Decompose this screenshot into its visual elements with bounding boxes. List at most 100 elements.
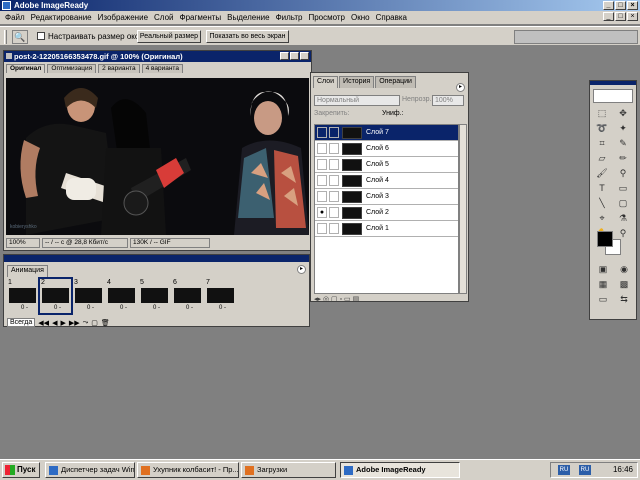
panel-menu-icon[interactable]: ▸ (456, 83, 465, 92)
line-icon[interactable]: ╲ (594, 197, 610, 210)
tab-layers[interactable]: Слои (313, 76, 339, 88)
tab-original[interactable]: Оригинал (6, 64, 46, 73)
screen-mode-icon[interactable]: ▭ (595, 293, 611, 306)
minimize-button[interactable]: _ (603, 1, 614, 10)
rectangle-icon[interactable]: ▭ (615, 182, 631, 195)
pencil-icon[interactable]: ✏ (615, 152, 631, 165)
tab-2-up[interactable]: 2 варианта (98, 64, 140, 73)
visibility-toggle[interactable] (317, 223, 327, 234)
file-size[interactable]: 130K / -- GIF (130, 238, 210, 248)
zoom-level[interactable]: 100% (6, 238, 40, 248)
task-imageready[interactable]: Adobe ImageReady (340, 462, 460, 478)
frame-delay[interactable]: 0 - (87, 305, 94, 311)
brush-tool-icon[interactable]: 🖌 (594, 167, 610, 180)
frame-delay[interactable]: 0 - (120, 305, 127, 311)
link-box[interactable] (329, 191, 339, 202)
layer-row[interactable]: Слой 4 (315, 173, 458, 189)
doc-restore-button[interactable]: □ (615, 12, 626, 21)
visibility-toggle[interactable] (317, 143, 327, 154)
layer-row[interactable]: Слой 5 (315, 157, 458, 173)
animation-frame[interactable]: 2 0 - (38, 277, 73, 315)
doc-win-maximize[interactable] (290, 52, 299, 60)
lasso-icon[interactable]: ➰ (594, 122, 610, 135)
fit-screen-button[interactable]: Показать во весь экран (206, 30, 289, 43)
play-icon[interactable]: ▶ (60, 319, 65, 327)
tab-4-up[interactable]: 4 варианта (141, 64, 183, 73)
visibility-toggle[interactable] (317, 191, 327, 202)
shape-icon[interactable]: ▢ (615, 197, 631, 210)
frame-delay[interactable]: 0 - (21, 305, 28, 311)
menu-help[interactable]: Справка (373, 13, 410, 22)
maximize-button[interactable]: □ (615, 1, 626, 10)
animation-frame[interactable]: 5 0 - (139, 279, 170, 313)
language-icon[interactable]: RU (579, 465, 591, 475)
tab-optimized[interactable]: Оптимизация (47, 64, 97, 73)
link-box[interactable] (329, 159, 339, 170)
visibility-toggle[interactable] (317, 127, 327, 138)
new-frame-icon[interactable]: ▢ (91, 319, 98, 327)
resize-windows-checkbox[interactable] (37, 32, 45, 40)
marquee-icon[interactable]: ⬚ (594, 107, 610, 120)
doc-minimize-button[interactable]: _ (603, 12, 614, 21)
frame-delay[interactable]: 0 - (153, 305, 160, 311)
tab-history[interactable]: История (339, 76, 375, 88)
slice-visibility-icon[interactable]: ▦ (595, 278, 611, 291)
animation-frame[interactable]: 6 0 - (172, 279, 203, 313)
frame-delay[interactable]: 0 - (219, 305, 226, 311)
animation-frame[interactable]: 1 0 - (7, 279, 38, 313)
tab-actions[interactable]: Операции (375, 76, 416, 88)
jump-to-photoshop-icon[interactable]: ⇆ (616, 293, 632, 306)
doc-close-button[interactable]: × (627, 12, 638, 21)
tween-icon[interactable]: ⤳ (83, 319, 89, 327)
menu-view[interactable]: Просмотр (305, 13, 348, 22)
eyedropper-icon[interactable]: ⚗ (615, 212, 631, 225)
tab-animation[interactable]: Анимация (7, 265, 48, 277)
close-button[interactable]: × (627, 1, 638, 10)
blend-mode-select[interactable]: Нормальный (314, 95, 400, 106)
magic-wand-icon[interactable]: ✦ (615, 122, 631, 135)
doc-win-close[interactable] (300, 52, 309, 60)
menu-select[interactable]: Выделение (224, 13, 272, 22)
doc-win-minimize[interactable] (280, 52, 289, 60)
layer-row[interactable]: Слой 6 (315, 141, 458, 157)
next-frame-icon[interactable]: ▶▶ (69, 319, 80, 327)
visibility-toggle[interactable] (317, 159, 327, 170)
link-box[interactable] (329, 223, 339, 234)
prev-frame-icon[interactable]: ◀ (52, 319, 57, 327)
menu-file[interactable]: Файл (2, 13, 28, 22)
animation-title-bar[interactable] (4, 255, 309, 262)
task-browser[interactable]: Ухупник колбасит! - Пр... (137, 462, 239, 478)
layer-row[interactable]: Слой 3 (315, 189, 458, 205)
menu-edit[interactable]: Редактирование (28, 13, 95, 22)
first-frame-icon[interactable]: ◀◀ (38, 319, 49, 327)
preview-icon[interactable]: ▣ (595, 263, 611, 276)
layer-style-icon[interactable]: ◂▸ ◎ ▢ ▫ ▭ ▤ (314, 296, 359, 303)
zoom-tool-icon[interactable]: 🔍 (12, 30, 28, 44)
browser-preview-icon[interactable]: ◉ (616, 263, 632, 276)
eraser-icon[interactable]: ▱ (594, 152, 610, 165)
layer-row[interactable]: Слой 1 (315, 221, 458, 237)
frame-delay[interactable]: 0 - (186, 305, 193, 311)
animation-menu-icon[interactable]: ▸ (297, 265, 306, 274)
link-box[interactable] (329, 175, 339, 186)
eye-icon[interactable]: ● (317, 207, 327, 218)
task-downloads[interactable]: Загрузки (241, 462, 336, 478)
animation-frame[interactable]: 4 0 - (106, 279, 137, 313)
link-box[interactable] (329, 143, 339, 154)
options-grip[interactable] (4, 30, 7, 44)
imageready-logo[interactable] (593, 89, 633, 103)
opacity-field[interactable]: 100% (432, 95, 464, 106)
task-taskmgr[interactable]: Диспетчер задач Wind... (45, 462, 135, 478)
animation-frame[interactable]: 7 0 - (205, 279, 236, 313)
document-canvas[interactable]: kobieryshko (6, 78, 309, 235)
menu-image[interactable]: Изображение (95, 13, 151, 22)
start-button[interactable]: Пуск (2, 462, 40, 478)
move-icon[interactable]: ✥ (615, 107, 631, 120)
loop-select[interactable]: Всегда (7, 318, 36, 327)
animation-frame[interactable]: 3 0 - (73, 279, 104, 313)
delete-frame-icon[interactable]: 🗑 (101, 319, 110, 327)
link-box[interactable] (329, 207, 339, 218)
type-icon[interactable]: T (594, 182, 610, 195)
layer-row[interactable]: ● Слой 2 (315, 205, 458, 221)
image-map-icon[interactable]: ⌖ (594, 212, 610, 225)
